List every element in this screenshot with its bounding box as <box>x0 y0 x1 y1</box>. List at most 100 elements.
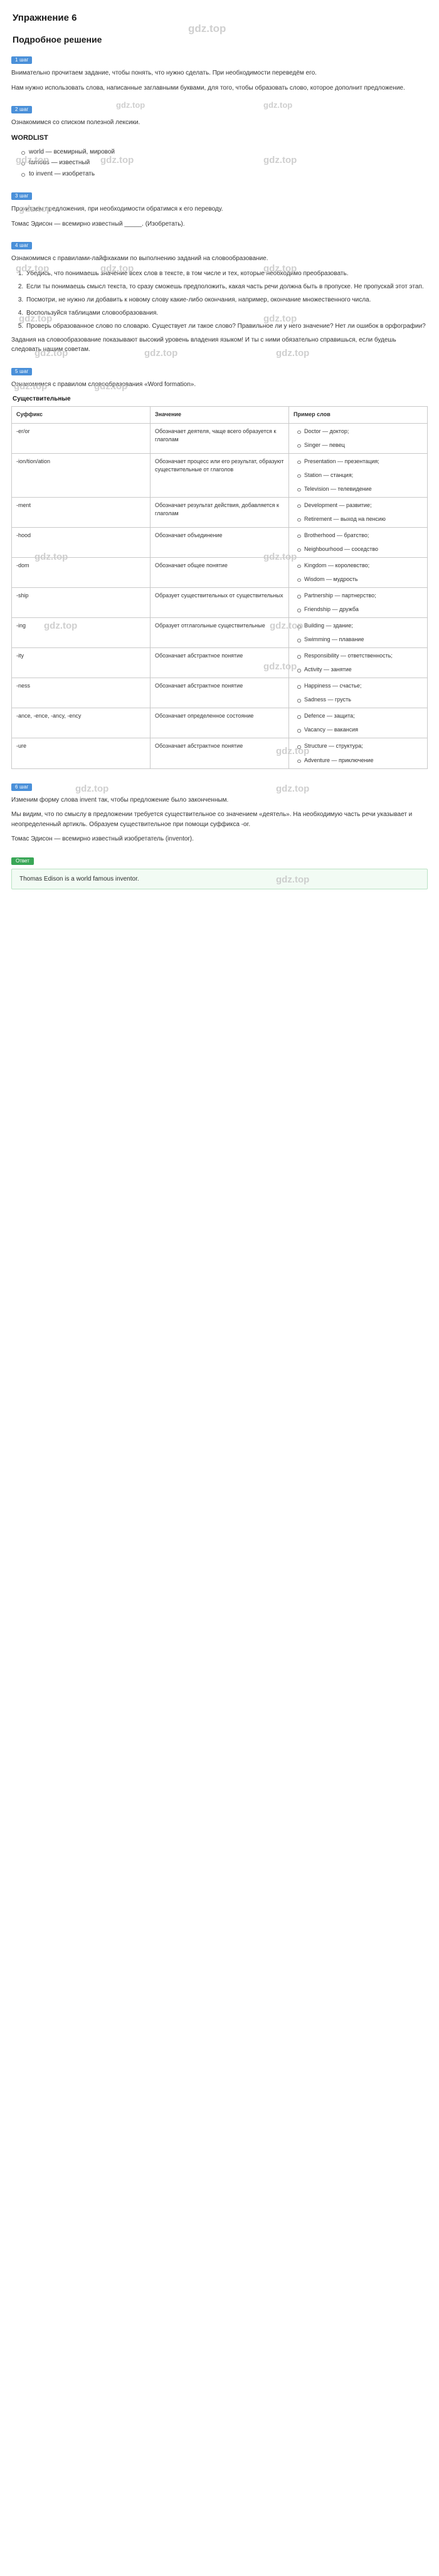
table-row: -ment Обозначает результат действия, доб… <box>11 496 428 528</box>
list-item: Television — телевидение <box>297 485 423 493</box>
answer-badge: Ответ <box>11 857 34 865</box>
table-header-row: Суффикс Значение Пример слов <box>11 406 428 424</box>
column-header-meaning: Значение <box>150 406 289 424</box>
table-row: -ship Образует существительных от сущест… <box>11 587 428 619</box>
list-item: Brotherhood — братство; <box>297 531 423 540</box>
sentence-to-complete: Томас Эдисон — всемирно известный _____.… <box>11 220 185 228</box>
step-badge: 1 шаг <box>11 56 33 64</box>
cell-suffix: -ship <box>11 587 151 619</box>
list-item: Station — станция; <box>297 471 423 479</box>
step-badge: 5 шаг <box>11 367 33 375</box>
list-item: Воспользуйся таблицами словообразования. <box>25 308 428 318</box>
cell-suffix: -ity <box>11 647 151 679</box>
step-text: Ознакомимся со списком полезной лексики. <box>11 119 140 126</box>
step-badge: 3 шаг <box>11 192 33 200</box>
list-item: Activity — занятие <box>297 666 423 674</box>
cell-examples: Defence — защита; Vacancy — вакансия <box>288 708 428 739</box>
list-item: Sadness — грусть <box>297 696 423 704</box>
list-item: Doctor — доктор; <box>297 427 423 436</box>
cell-meaning: Обозначает абстрактное понятие <box>150 647 289 679</box>
list-item: Development — развитие; <box>297 501 423 510</box>
step-badge: 4 шаг <box>11 242 33 249</box>
step-4: 4 шаг Ознакомимся с правилами-лайфхаками… <box>11 239 428 355</box>
step-1: 1 шаг Внимательно прочитаем задание, что… <box>11 53 428 93</box>
cell-suffix: -er/or <box>11 422 151 454</box>
cell-suffix: -dom <box>11 557 151 589</box>
page-title: Упражнение 6 <box>13 13 77 23</box>
table-row: -ing Образует отглагольные существительн… <box>11 617 428 649</box>
cell-meaning: Обозначает результат действия, добавляет… <box>150 496 289 528</box>
cell-examples: Brotherhood — братство; Neighbourhood — … <box>288 526 428 558</box>
list-item: Посмотри, не нужно ли добавить к новому … <box>25 295 428 305</box>
list-item: Singer — певец <box>297 441 423 449</box>
step-2: 2 шаг Ознакомимся со списком полезной ле… <box>11 103 428 179</box>
list-item: Wisdom — мудрость <box>297 575 423 584</box>
cell-meaning: Обозначает объединение <box>150 526 289 558</box>
cell-suffix: -ment <box>11 496 151 528</box>
list-item: to invent — изобретать <box>21 169 428 180</box>
cell-suffix: -ion/tion/ation <box>11 453 151 498</box>
list-item: Retirement — выход на пенсию <box>297 515 423 523</box>
cell-meaning: Обозначает деятеля, чаще всего образуетс… <box>150 422 289 454</box>
cell-meaning: Обозначает определенное состояние <box>150 708 289 739</box>
step-text: Нам нужно использовать слова, написанные… <box>11 84 405 92</box>
tips-list: Убедись, что понимаешь значение всех сло… <box>11 269 428 332</box>
list-item: world — всемирный, мировой <box>21 147 428 158</box>
cell-meaning: Обозначает процесс или его результат, об… <box>150 453 289 498</box>
list-item: Swimming — плавание <box>297 636 423 644</box>
table-row: -ure Обозначает абстрактное понятие Stru… <box>11 738 428 769</box>
wordlist-heading: WORDLIST <box>11 134 48 142</box>
cell-suffix: -hood <box>11 526 151 558</box>
list-item: Building — здание; <box>297 622 423 630</box>
list-item: Neighbourhood — соседство <box>297 545 423 553</box>
solution-title: Подробное решение <box>13 34 102 45</box>
list-item: Partnership — партнерство; <box>297 592 423 600</box>
wordlist: world — всемирный, мировой famous — изве… <box>11 147 428 180</box>
step-text: Прочитаем предложения, при необходимости… <box>11 206 223 212</box>
step-badge: 6 шаг <box>11 783 33 791</box>
list-item: Убедись, что понимаешь значение всех сло… <box>25 269 428 279</box>
cell-examples: Responsibility — ответственность; Activi… <box>288 647 428 679</box>
cell-examples: Development — развитие; Retirement — вых… <box>288 496 428 528</box>
cell-examples: Structure — структура; Adventure — прикл… <box>288 738 428 769</box>
step-6: 6 шаг Изменим форму слова invent так, чт… <box>11 780 428 844</box>
table-caption: Существительные <box>13 395 71 402</box>
cell-meaning: Образует отглагольные существительные <box>150 617 289 649</box>
list-item: Structure — структура; <box>297 742 423 750</box>
cell-suffix: -ure <box>11 738 151 769</box>
word-formation-table: Суффикс Значение Пример слов -er/or Обоз… <box>11 406 428 769</box>
list-item: Defence — защита; <box>297 712 423 720</box>
table-row: -er/or Обозначает деятеля, чаще всего об… <box>11 422 428 454</box>
cell-suffix: -ance, -ence, -ancy, -ency <box>11 708 151 739</box>
step-text: Томас Эдисон — всемирно известный изобре… <box>11 835 194 843</box>
table-row: -hood Обозначает объединение Brotherhood… <box>11 526 428 558</box>
list-item: Adventure — приключение <box>297 757 423 765</box>
cell-meaning: Обозначает общее понятие <box>150 557 289 589</box>
cell-examples: Presentation — презентация; Station — ст… <box>288 453 428 498</box>
table-row: -dom Обозначает общее понятие Kingdom — … <box>11 557 428 589</box>
step-closing-text: Задания на словообразование показывают в… <box>11 336 396 353</box>
solution-page: Упражнение 6 Подробное решение 1 шаг Вни… <box>0 0 439 908</box>
cell-examples: Kingdom — королевство; Wisdom — мудрость <box>288 557 428 589</box>
step-text: Ознакомимся с правилом словообразования … <box>11 380 196 388</box>
step-text: Мы видим, что по смыслу в предложении тр… <box>11 811 413 828</box>
list-item: Responsibility — ответственность; <box>297 652 423 660</box>
table-row: -ance, -ence, -ancy, -ency Обозначает оп… <box>11 708 428 739</box>
cell-examples: Doctor — доктор; Singer — певец <box>288 422 428 454</box>
table-row: -ity Обозначает абстрактное понятие Resp… <box>11 647 428 679</box>
list-item: Проверь образованное слово по словарю. С… <box>25 322 428 332</box>
list-item: Vacancy — вакансия <box>297 726 423 734</box>
column-header-suffix: Суффикс <box>11 406 151 424</box>
table-row: -ion/tion/ation Обозначает процесс или е… <box>11 453 428 498</box>
cell-meaning: Образует существительных от существитель… <box>150 587 289 619</box>
cell-meaning: Обозначает абстрактное понятие <box>150 738 289 769</box>
answer-text: Thomas Edison is a world famous inventor… <box>11 868 428 889</box>
list-item: Если ты понимаешь смысл текста, то сразу… <box>25 282 428 292</box>
step-text: Ознакомимся с правилами-лайфхаками по вы… <box>11 255 268 262</box>
cell-examples: Building — здание; Swimming — плавание <box>288 617 428 649</box>
step-badge: 2 шаг <box>11 106 33 113</box>
step-text: Внимательно прочитаем задание, чтобы пон… <box>11 70 317 76</box>
list-item: Friendship — дружба <box>297 605 423 614</box>
answer-section: Ответ Thomas Edison is a world famous in… <box>11 854 428 889</box>
cell-suffix: -ness <box>11 678 151 709</box>
